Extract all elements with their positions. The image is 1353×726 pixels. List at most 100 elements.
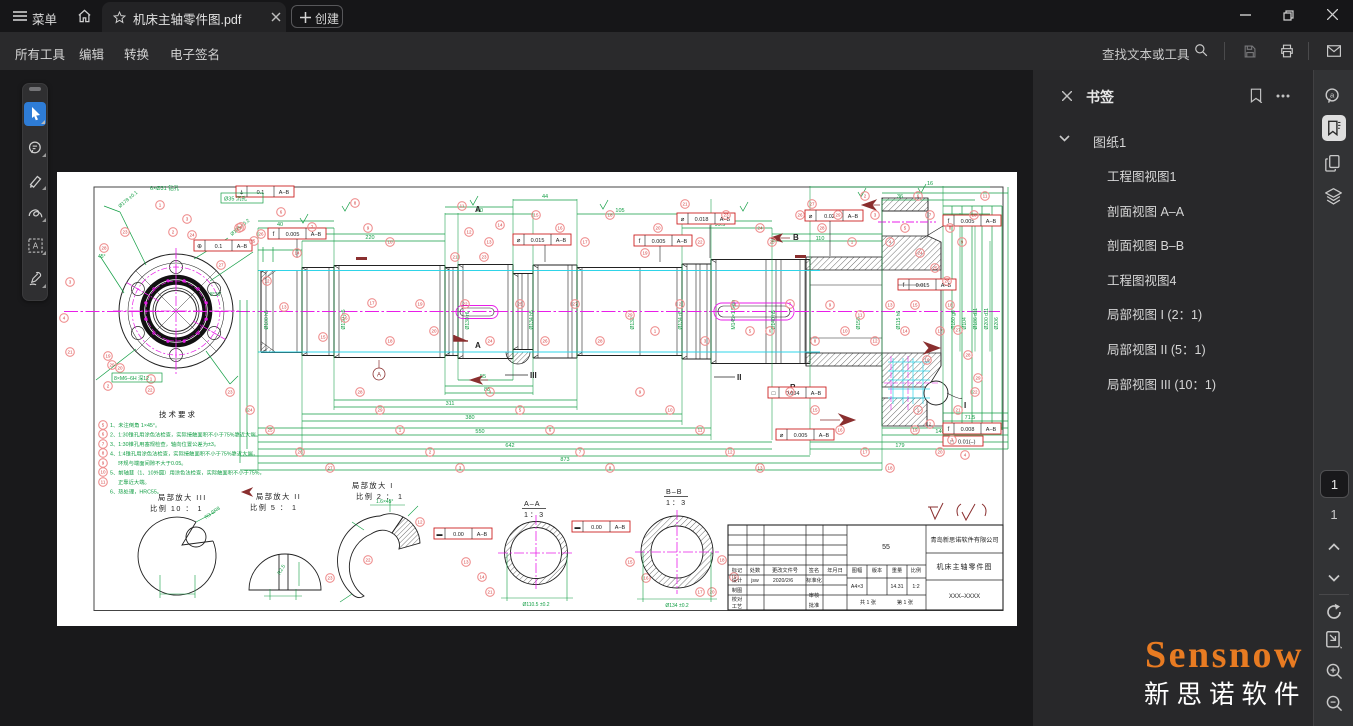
svg-text:11: 11: [983, 194, 988, 199]
svg-text:19: 19: [912, 428, 918, 433]
svg-text:11: 11: [698, 428, 703, 433]
svg-text:26: 26: [797, 213, 803, 218]
svg-text:22: 22: [365, 558, 371, 563]
svg-text:24: 24: [487, 339, 493, 344]
svg-text:5: 5: [519, 408, 522, 413]
svg-text:13: 13: [281, 305, 287, 310]
svg-text:0.1: 0.1: [215, 244, 223, 250]
svg-text:26: 26: [944, 279, 950, 284]
svg-text:16: 16: [342, 316, 348, 321]
svg-text:更改文件号: 更改文件号: [772, 566, 798, 574]
svg-text:27: 27: [218, 263, 224, 268]
svg-text:2、1:30锥孔用涂色法检查，实际接触面积不小于75%靠近大: 2、1:30锥孔用涂色法检查，实际接触面积不小于75%靠近大端。: [110, 431, 261, 439]
svg-text:3: 3: [186, 217, 189, 222]
svg-text:局部放大 II: 局部放大 II: [256, 492, 301, 501]
svg-text:局部放大 III: 局部放大 III: [158, 493, 207, 502]
svg-text:19: 19: [417, 302, 423, 307]
svg-text:4: 4: [63, 316, 66, 321]
svg-text:3: 3: [704, 339, 707, 344]
svg-text:6、热处理，HRC55。: 6、热处理，HRC55。: [110, 488, 162, 496]
svg-text:23: 23: [227, 390, 233, 395]
svg-text:22: 22: [697, 240, 703, 245]
svg-text:A–B: A–B: [477, 532, 488, 538]
svg-text:10: 10: [971, 213, 977, 218]
svg-text:A–A: A–A: [524, 499, 541, 508]
svg-text:10: 10: [387, 240, 393, 245]
svg-text:I: I: [964, 401, 966, 410]
svg-text:26: 26: [542, 339, 548, 344]
svg-text:20: 20: [709, 590, 715, 595]
svg-text:21: 21: [67, 350, 73, 355]
svg-text:7: 7: [789, 302, 792, 307]
svg-text:▬: ▬: [437, 532, 443, 538]
svg-text:29: 29: [109, 363, 115, 368]
svg-text:第 1 张: 第 1 张: [897, 598, 914, 606]
svg-text:0.005: 0.005: [286, 232, 300, 238]
svg-text:550: 550: [475, 429, 484, 435]
svg-text:3、1:30锥孔用塞规检查，轴向位置公差为±3。: 3、1:30锥孔用塞规检查，轴向位置公差为±3。: [110, 440, 219, 448]
svg-text:7: 7: [102, 442, 105, 447]
svg-text:1.6×45°: 1.6×45°: [376, 499, 393, 505]
svg-text:Ø206: Ø206: [994, 317, 1000, 329]
svg-text:28: 28: [965, 353, 971, 358]
svg-text:23: 23: [481, 255, 487, 260]
svg-text:9: 9: [639, 390, 642, 395]
svg-text:8: 8: [102, 451, 105, 456]
svg-text:批准: 批准: [809, 601, 819, 609]
svg-text:A: A: [33, 242, 39, 251]
svg-text:25: 25: [236, 226, 242, 231]
svg-text:1: 1: [851, 240, 854, 245]
svg-text:III: III: [530, 371, 537, 380]
svg-text:A–B: A–B: [677, 239, 688, 245]
svg-text:21: 21: [452, 255, 458, 260]
svg-text:23: 23: [327, 576, 333, 581]
svg-text:正靠近大端。: 正靠近大端。: [118, 478, 150, 486]
svg-text:⍋: ⍋: [240, 189, 244, 196]
svg-text:28: 28: [819, 226, 825, 231]
svg-text:年月日: 年月日: [827, 566, 843, 574]
svg-text:220: 220: [365, 235, 374, 241]
svg-text:Ø115 h6: Ø115 h6: [896, 310, 902, 329]
svg-text:校对: 校对: [732, 595, 742, 603]
svg-text:2020/2/6: 2020/2/6: [773, 578, 793, 584]
svg-text:0.01(–): 0.01(–): [958, 440, 976, 446]
svg-text:R2.5: R2.5: [277, 564, 288, 576]
svg-text:14: 14: [787, 390, 793, 395]
svg-text:25: 25: [932, 266, 938, 271]
svg-text:20: 20: [117, 366, 123, 371]
svg-text:4、1:4锥孔用涂色法检查，实际接触面积不小于75%靠近大端: 4、1:4锥孔用涂色法检查，实际接触面积不小于75%靠近大端，: [110, 450, 258, 458]
svg-text:29: 29: [627, 313, 633, 318]
svg-text:10: 10: [100, 470, 106, 475]
svg-text:17: 17: [697, 590, 703, 595]
svg-text:B–B: B–B: [666, 487, 683, 496]
svg-text:2: 2: [679, 302, 682, 307]
svg-text:局部放大 I: 局部放大 I: [352, 481, 394, 490]
svg-text:24: 24: [189, 233, 195, 238]
svg-text:标记: 标记: [732, 566, 742, 574]
svg-text:20: 20: [431, 329, 437, 334]
svg-text:8: 8: [814, 339, 817, 344]
svg-text:青岛新思诺软件有限公司: 青岛新思诺软件有限公司: [930, 536, 998, 544]
svg-text:A–B: A–B: [556, 238, 567, 244]
svg-text:审核: 审核: [809, 591, 819, 599]
svg-text:24: 24: [917, 251, 923, 256]
svg-text:2: 2: [107, 384, 110, 389]
svg-text:29: 29: [835, 213, 841, 218]
svg-text:比例 10 ： 1: 比例 10 ： 1: [150, 504, 203, 513]
svg-text:40: 40: [277, 222, 283, 228]
svg-text:Ø104: Ø104: [962, 317, 968, 329]
svg-text:12: 12: [727, 450, 733, 455]
svg-text:XXX–XXXX: XXX–XXXX: [949, 594, 980, 600]
svg-text:□: □: [772, 391, 776, 397]
svg-text:29: 29: [975, 376, 981, 381]
svg-text:4: 4: [964, 453, 967, 458]
svg-text:71.5: 71.5: [965, 415, 976, 421]
svg-text:16: 16: [924, 358, 930, 363]
svg-text:18: 18: [719, 558, 725, 563]
svg-text:B: B: [793, 233, 799, 242]
svg-text:13: 13: [887, 303, 893, 308]
svg-text:22: 22: [972, 390, 978, 395]
svg-text:1: 1: [654, 329, 657, 334]
svg-text:14.31: 14.31: [891, 584, 904, 590]
svg-text:Ø110.5 ±0.2: Ø110.5 ±0.2: [522, 602, 549, 608]
